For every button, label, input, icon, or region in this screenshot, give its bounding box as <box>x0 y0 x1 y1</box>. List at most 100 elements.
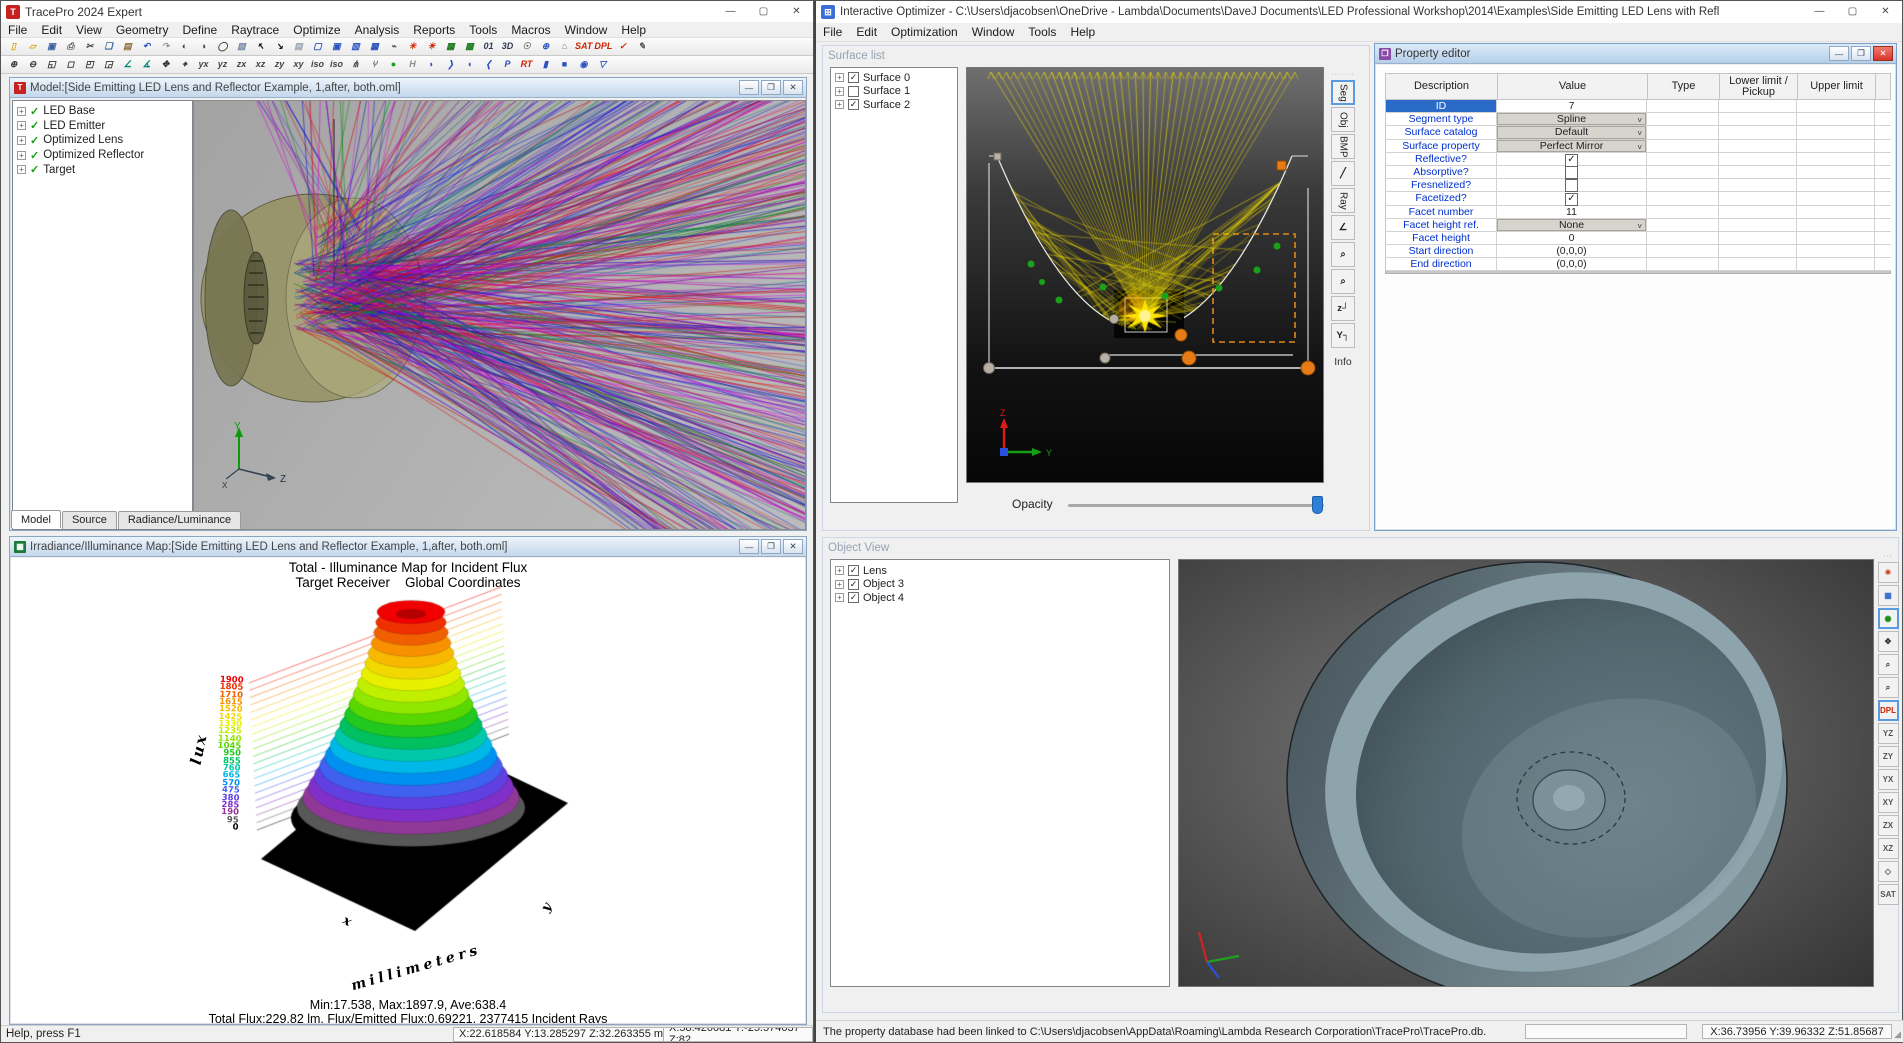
slider-thumb[interactable] <box>1312 496 1323 514</box>
zoom-all-icon[interactable]: ⌕ <box>1878 677 1899 698</box>
property-lower-cell[interactable] <box>1719 140 1797 152</box>
zoom-previous-icon[interactable]: ◲ <box>100 57 117 72</box>
tile-vertical-icon[interactable]: ▦ <box>366 39 383 54</box>
property-lower-cell[interactable] <box>1719 153 1797 165</box>
property-value[interactable] <box>1497 179 1647 191</box>
grid-icon[interactable]: ▦ <box>442 39 459 54</box>
block-icon[interactable]: ■ <box>556 57 573 72</box>
model-tree-item[interactable]: + ✓ LED Emitter <box>13 119 192 134</box>
view-zy-icon[interactable]: ZY <box>1878 746 1899 767</box>
model-tree-item[interactable]: + ✓ Optimized Reflector <box>13 148 192 163</box>
zoom-all-icon[interactable]: ◻ <box>62 57 79 72</box>
property-description[interactable]: Facet height ref. <box>1385 219 1497 231</box>
property-description[interactable]: Reflective? <box>1385 153 1497 165</box>
minimize-button[interactable]: — <box>1803 1 1836 22</box>
optimizer-title-bar[interactable]: ⊞ Interactive Optimizer - C:\Users\djaco… <box>816 1 1902 23</box>
select-edge-icon[interactable]: ↘ <box>271 39 288 54</box>
annotate-icon[interactable]: ▨ <box>233 39 250 54</box>
object-tree-item[interactable]: + Object 4 <box>831 591 1169 605</box>
lens-element-icon[interactable]: ◖ <box>461 57 478 72</box>
property-upper-cell[interactable] <box>1797 206 1875 218</box>
minimize-button[interactable]: — <box>1829 46 1849 61</box>
wireframe-view-icon[interactable]: ◯ <box>214 39 231 54</box>
p-icon[interactable]: P <box>499 57 516 72</box>
property-type-cell[interactable] <box>1647 232 1719 244</box>
property-value[interactable]: (0,0,0) <box>1497 258 1647 270</box>
dpl-icon[interactable]: DPL <box>1878 700 1899 721</box>
bmp-tab[interactable]: BMP <box>1331 134 1355 159</box>
o1-icon[interactable]: 01 <box>480 39 497 54</box>
restore-button[interactable]: ❐ <box>1851 46 1871 61</box>
print-icon[interactable]: ⎙ <box>62 39 79 54</box>
menu-item[interactable]: Geometry <box>109 23 176 37</box>
property-lower-cell[interactable] <box>1719 245 1797 257</box>
pan-icon[interactable]: ✥ <box>157 57 174 72</box>
property-type-cell[interactable] <box>1647 140 1719 152</box>
anchor-icon[interactable]: ⑂ <box>366 57 383 72</box>
property-lower-cell[interactable] <box>1719 219 1797 231</box>
expander-icon[interactable]: + <box>835 580 844 589</box>
expander-icon[interactable]: + <box>835 73 844 82</box>
object-checkbox[interactable] <box>848 592 859 603</box>
property-lower-cell[interactable] <box>1719 100 1797 112</box>
expander-icon[interactable]: + <box>17 121 26 130</box>
menu-item[interactable]: Analysis <box>348 23 407 37</box>
seg-tab[interactable]: Seg <box>1331 80 1355 105</box>
doc-tab[interactable]: Source <box>62 511 117 529</box>
menu-item[interactable]: Edit <box>849 25 884 39</box>
doc-tab[interactable]: Model <box>11 510 61 528</box>
maximize-button[interactable]: ▢ <box>1836 1 1869 22</box>
property-upper-cell[interactable] <box>1797 179 1875 191</box>
property-description[interactable]: Surface catalog <box>1385 126 1497 138</box>
surface-checkbox[interactable] <box>848 99 859 110</box>
zoom-window-icon[interactable]: ⌕ <box>1878 654 1899 675</box>
expander-icon[interactable]: + <box>17 165 26 174</box>
restore-button[interactable]: ❐ <box>761 539 781 554</box>
open-folder-icon[interactable]: ▱ <box>24 39 41 54</box>
property-type-cell[interactable] <box>1647 153 1719 165</box>
iso-view-icon[interactable]: ◇ <box>1878 861 1899 882</box>
surface-tree-item[interactable]: + Surface 2 <box>831 98 957 112</box>
property-value[interactable] <box>1497 166 1647 178</box>
object-tree-item[interactable]: + Object 3 <box>831 578 1169 592</box>
property-type-cell[interactable] <box>1647 166 1719 178</box>
shaded-view-icon[interactable]: ◐ <box>176 39 193 54</box>
redo-icon[interactable]: ↷ <box>157 39 174 54</box>
property-description[interactable]: Facet number <box>1385 206 1497 218</box>
menu-item[interactable]: Macros <box>504 23 557 37</box>
property-value[interactable]: 7 <box>1497 100 1647 112</box>
doc-tab[interactable]: Radiance/Luminance <box>118 511 241 529</box>
surface-tree-item[interactable]: + Surface 1 <box>831 85 957 99</box>
map-table-icon[interactable]: ▩ <box>461 39 478 54</box>
menu-item[interactable]: Define <box>176 23 225 37</box>
dimension-icon[interactable]: ∡ <box>138 57 155 72</box>
prism-icon[interactable]: ◗ <box>423 57 440 72</box>
view-zx-icon[interactable]: zx <box>233 57 250 72</box>
property-upper-cell[interactable] <box>1797 100 1875 112</box>
new-window-icon[interactable]: ▢ <box>309 39 326 54</box>
sphere-icon[interactable]: ⊕ <box>537 39 554 54</box>
view3d-icon[interactable]: 3D <box>499 39 516 54</box>
restore-button[interactable]: ❐ <box>761 80 781 95</box>
property-description[interactable]: Surface property <box>1385 140 1497 152</box>
tracepro-title-bar[interactable]: T TracePro 2024 Expert —▢✕ <box>1 1 813 22</box>
property-description[interactable]: Segment type <box>1385 113 1497 125</box>
copy-icon[interactable]: ❏ <box>100 39 117 54</box>
expander-icon[interactable]: + <box>835 100 844 109</box>
menu-item[interactable]: Optimization <box>884 25 965 39</box>
property-type-cell[interactable] <box>1647 126 1719 138</box>
property-description[interactable]: ID <box>1385 100 1497 112</box>
property-upper-cell[interactable] <box>1797 258 1875 270</box>
property-lower-cell[interactable] <box>1719 113 1797 125</box>
ray-tab[interactable]: Ray <box>1331 188 1355 213</box>
view-iso-neg-icon[interactable]: iso <box>328 57 345 72</box>
property-lower-cell[interactable] <box>1719 258 1797 270</box>
menu-item[interactable]: Window <box>558 23 615 37</box>
surface-checkbox[interactable] <box>848 72 859 83</box>
view-yx-icon[interactable]: yx <box>195 57 212 72</box>
undo-icon[interactable]: ↶ <box>138 39 155 54</box>
menu-item[interactable]: Edit <box>34 23 69 37</box>
zoom-all-icon[interactable]: ⌕ <box>1331 269 1355 294</box>
green-dot-icon[interactable]: ● <box>385 57 402 72</box>
slider-track[interactable] <box>1068 504 1324 507</box>
